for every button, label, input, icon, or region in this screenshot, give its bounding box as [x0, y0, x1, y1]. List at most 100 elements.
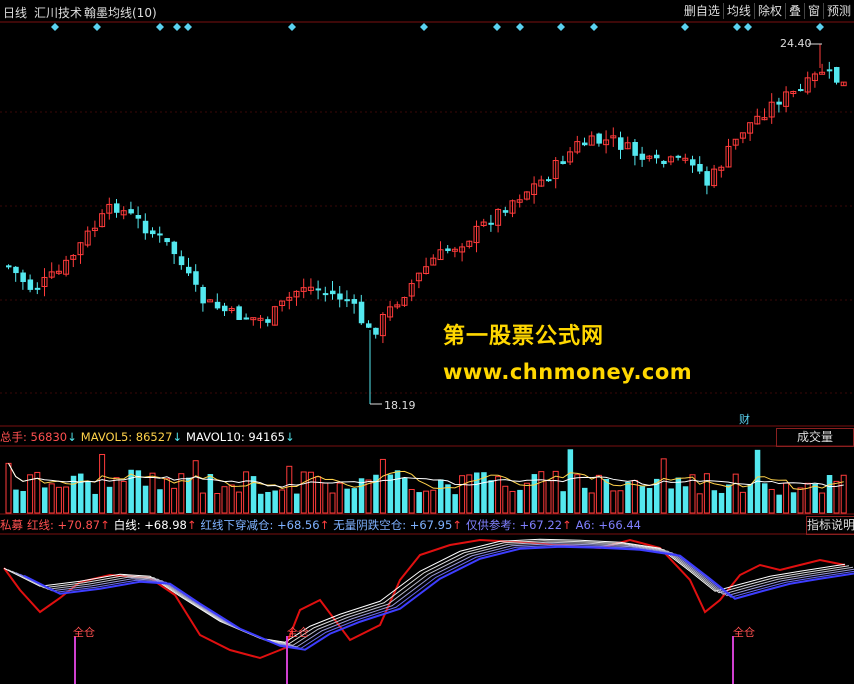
overlay-button[interactable]: 叠: [784, 3, 804, 19]
volume-legend-trend-arrow: ↓: [284, 430, 295, 444]
chart-canvas[interactable]: [0, 0, 854, 684]
candle-body-down: [639, 153, 646, 160]
volume-bar: [142, 485, 149, 513]
volume-bar: [732, 473, 739, 514]
volume-bar: [739, 491, 746, 514]
candle-body-down: [27, 279, 34, 290]
candle-body-down: [6, 265, 12, 268]
candle-body-down: [236, 306, 242, 320]
period-label[interactable]: 日线: [3, 4, 27, 21]
volume-bar: [214, 493, 221, 514]
candle-body-down: [351, 299, 358, 304]
moving-average-button[interactable]: 均线: [722, 3, 754, 19]
volume-bar: [322, 482, 329, 514]
candle-body-down: [445, 248, 451, 252]
candle-body-down: [128, 209, 134, 214]
candle-body-down: [265, 319, 271, 323]
volume-bar: [221, 486, 228, 514]
volume-bar: [509, 490, 516, 514]
volume-bar: [149, 472, 156, 514]
volume-bar: [776, 494, 782, 513]
signal-label-2: 全仓: [287, 626, 309, 639]
candle-body-down: [150, 230, 156, 235]
finance-marker[interactable]: 财: [739, 411, 750, 427]
indicator-help-button[interactable]: 指标说明: [806, 516, 854, 535]
candle-body-down: [13, 266, 19, 274]
volume-bar: [610, 490, 617, 514]
candle-body-down: [164, 238, 170, 243]
volume-bar: [394, 470, 401, 513]
signal-diamond-icon: [516, 23, 524, 31]
volume-bar: [344, 488, 350, 513]
volume-bar: [20, 491, 26, 513]
volume-bar: [682, 486, 689, 513]
volume-bar: [538, 471, 545, 514]
candle-body-down: [366, 323, 372, 328]
indicator-legend-value: +66.44: [594, 518, 641, 532]
signal-diamond-icon: [173, 23, 181, 31]
volume-bar: [762, 483, 768, 513]
volume-bar: [192, 460, 199, 514]
indicator-legend-label: A6:: [575, 518, 595, 532]
volume-bar: [171, 487, 178, 514]
candle-body-down: [135, 215, 142, 219]
volume-bar: [408, 488, 415, 514]
volume-bar: [625, 481, 631, 513]
volume-bar: [186, 477, 192, 513]
forecast-button[interactable]: 预测: [822, 3, 854, 19]
candle-body-down: [582, 142, 588, 146]
indicator-legend-trend-arrow: ↑: [319, 518, 330, 532]
volume-bar: [48, 483, 55, 514]
volume-bar: [726, 484, 732, 513]
indicator-legend-item: 白线: +68.98↑: [114, 517, 197, 533]
candle-body-down: [186, 266, 192, 274]
volume-bar: [747, 483, 754, 513]
candle-body-down: [826, 69, 833, 72]
indicator-legend-label: 无量阴跌空仓:: [333, 518, 407, 532]
candle-body-down: [344, 299, 350, 302]
candle-body-down: [322, 293, 329, 296]
stock-name[interactable]: 汇川技术: [34, 4, 82, 21]
indicator-legend-trend-arrow: ↑: [452, 518, 462, 532]
signal-diamond-icon: [288, 23, 296, 31]
volume-bar: [718, 492, 725, 513]
ex-rights-button[interactable]: 除权: [753, 3, 785, 19]
volume-bar: [819, 492, 826, 514]
volume-bar: [106, 486, 113, 513]
volume-bar: [78, 473, 84, 513]
volume-bar: [92, 493, 98, 513]
signal-diamond-icon: [590, 23, 598, 31]
volume-legend-value: 94165: [244, 430, 285, 444]
volume-button[interactable]: 成交量: [776, 428, 854, 447]
candle-body-down: [697, 163, 703, 172]
candle-body-down: [193, 271, 199, 285]
volume-legend-item: 总手: 56830↓: [0, 429, 77, 445]
remove-watchlist-button[interactable]: 删自选: [681, 3, 723, 19]
candle-body-down: [502, 210, 509, 213]
volume-bar: [588, 492, 595, 514]
indicator-legend-trend-arrow: ↑: [186, 518, 197, 532]
candle-body-down: [632, 141, 638, 156]
indicator-legend-item: 私募: [0, 517, 23, 533]
volume-bar: [265, 491, 271, 513]
volume-bar: [163, 478, 170, 514]
volume-bar: [235, 491, 242, 514]
indicator-name[interactable]: 翰墨均线(10): [84, 4, 157, 21]
signal-diamond-icon: [816, 23, 824, 31]
volume-bar: [646, 487, 653, 513]
volume-bar: [329, 492, 336, 514]
volume-legend: 总手: 56830↓ MAVOL5: 86527↓ MAVOL10: 94165↓: [0, 429, 295, 445]
volume-legend-trend-arrow: ↓: [67, 430, 77, 444]
signal-diamond-icon: [493, 23, 501, 31]
indicator-legend-label: 白线:: [113, 518, 141, 532]
red-line: [3, 538, 846, 660]
volume-bar: [768, 488, 775, 514]
window-button[interactable]: 窗: [803, 3, 823, 19]
indicator-legend-value: +68.56: [273, 518, 320, 532]
volume-bar: [430, 489, 437, 514]
volume-bar: [128, 469, 134, 513]
candle-body-down: [834, 67, 840, 83]
volume-bar: [603, 478, 610, 513]
signal-diamond-icon: [156, 23, 164, 31]
signal-diamond-icon: [420, 23, 428, 31]
